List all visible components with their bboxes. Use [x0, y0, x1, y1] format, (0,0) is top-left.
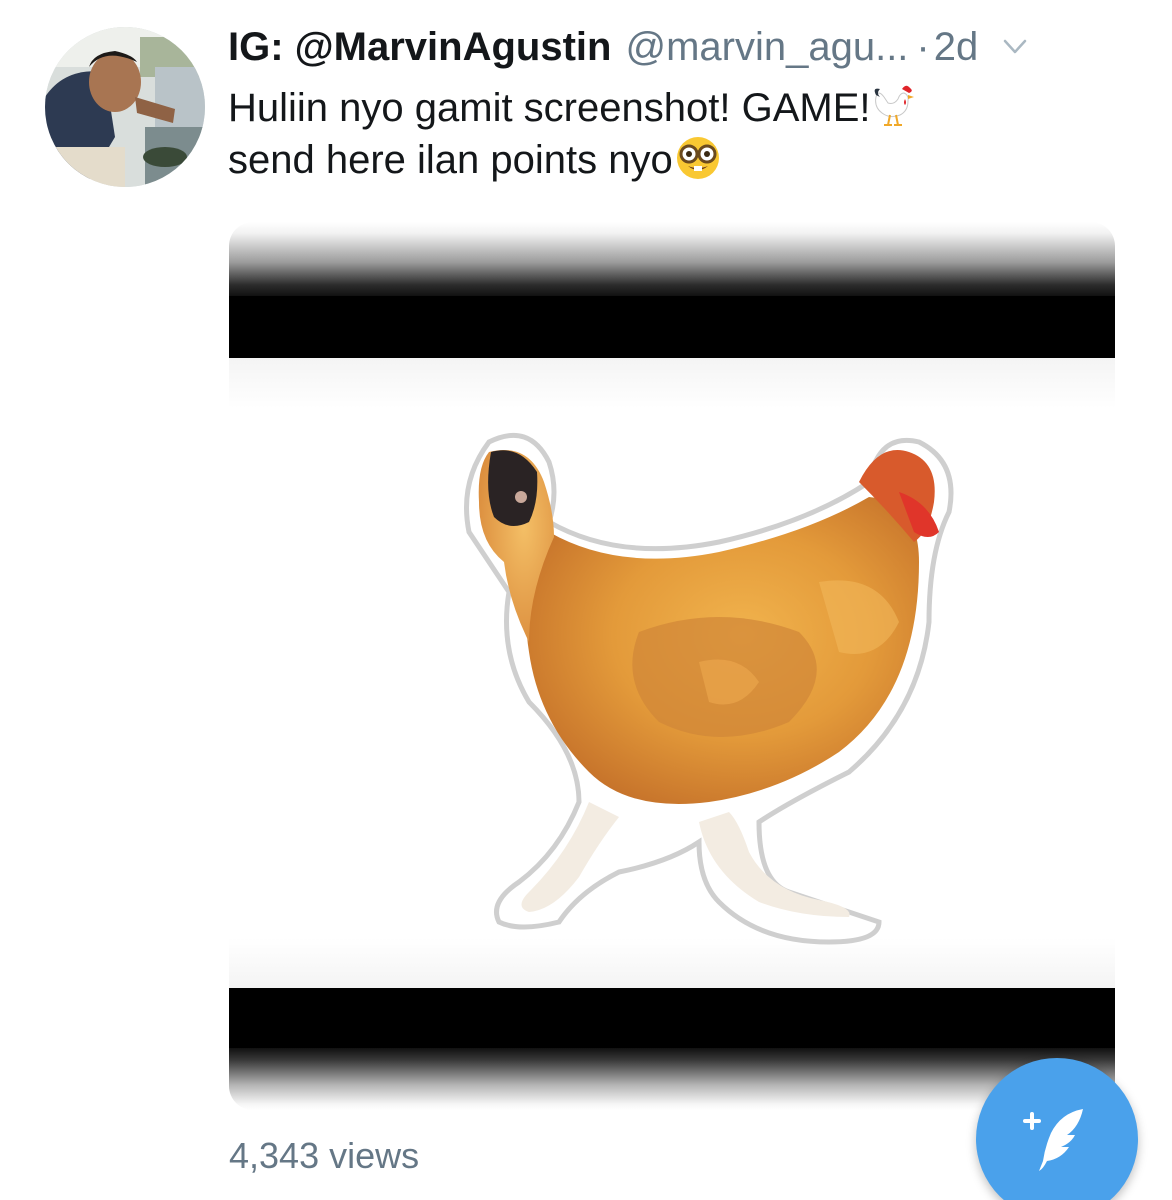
tweet-media-video[interactable]	[229, 222, 1115, 1110]
tweet-text-line-1: Huliin nyo gamit screenshot! GAME!	[228, 86, 871, 130]
view-count: 4,343 views	[229, 1135, 420, 1176]
tweet-text: Huliin nyo gamit screenshot! GAME! send …	[228, 82, 1108, 186]
tweet-text-line-2: send here ilan points nyo	[228, 138, 673, 182]
timestamp[interactable]: 2d	[934, 22, 979, 72]
chicken-image	[464, 432, 954, 945]
tweet-header: IG: @MarvinAgustin @marvin_agu... · 2d	[228, 22, 1132, 72]
user-handle[interactable]: @marvin_agu...	[625, 22, 908, 72]
video-letterbox-top	[229, 296, 1115, 358]
compose-tweet-icon	[1023, 1109, 1083, 1171]
video-frame-top	[229, 222, 1115, 296]
display-name[interactable]: IG: @MarvinAgustin	[228, 22, 611, 72]
avatar[interactable]	[45, 27, 205, 187]
chevron-down-icon[interactable]	[1000, 32, 1030, 62]
tweet: IG: @MarvinAgustin @marvin_agu... · 2d H…	[0, 0, 1172, 1200]
nerd-face-emoji	[675, 135, 721, 181]
rooster-emoji	[872, 83, 916, 129]
separator: ·	[916, 25, 930, 69]
video-frame-bottom	[229, 1048, 1115, 1110]
video-letterbox-bottom	[229, 988, 1115, 1048]
